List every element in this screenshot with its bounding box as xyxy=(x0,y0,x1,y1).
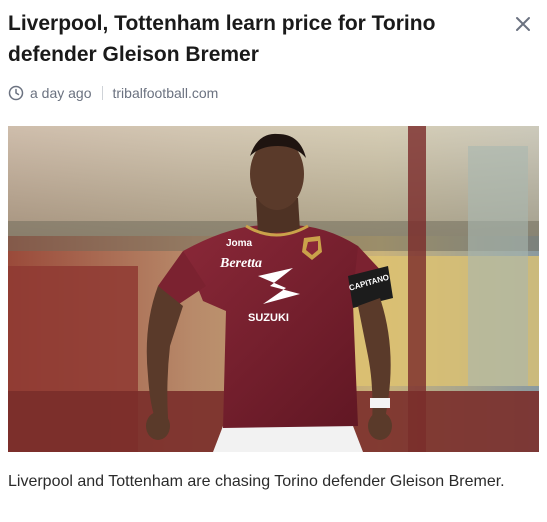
clock-icon xyxy=(8,85,24,101)
article-time: a day ago xyxy=(30,85,92,101)
close-button[interactable] xyxy=(511,12,535,36)
jersey-brand-text: Joma xyxy=(226,238,253,249)
article-summary: Liverpool and Tottenham are chasing Tori… xyxy=(8,473,505,490)
article-source[interactable]: tribalfootball.com xyxy=(113,85,219,101)
article-photo[interactable]: Joma Beretta SUZUKI CAPITANO xyxy=(8,126,539,452)
article-title[interactable]: Liverpool, Tottenham learn price for Tor… xyxy=(8,8,498,70)
meta-divider xyxy=(101,86,103,100)
player-photo xyxy=(8,126,539,452)
article-meta: a day ago tribalfootball.com xyxy=(8,83,218,103)
jersey-sponsor-text: Beretta xyxy=(220,256,262,271)
close-icon xyxy=(516,17,530,31)
news-card: Liverpool, Tottenham learn price for Tor… xyxy=(0,0,547,522)
jersey-main-sponsor-text: SUZUKI xyxy=(248,312,289,324)
